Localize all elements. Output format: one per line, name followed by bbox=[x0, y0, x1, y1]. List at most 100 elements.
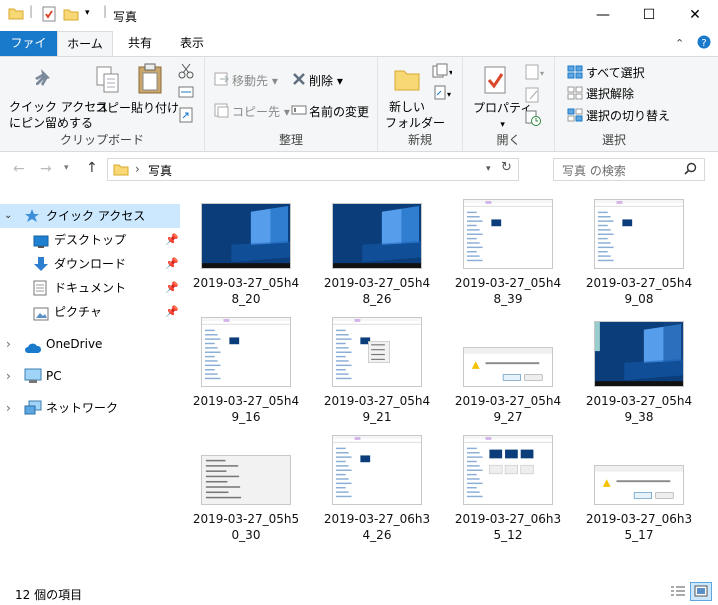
copy-path-icon[interactable] bbox=[178, 85, 194, 102]
history-icon[interactable] bbox=[525, 110, 541, 129]
copy-to-icon bbox=[214, 102, 230, 121]
collapse-ribbon-icon[interactable]: ⌃ bbox=[675, 37, 684, 50]
paste-button[interactable]: 貼り付け bbox=[131, 99, 179, 116]
invert-selection-icon bbox=[567, 108, 583, 125]
file-thumbnail bbox=[201, 203, 291, 269]
file-name: 2019-03-27_06h34_26 bbox=[323, 512, 431, 542]
invert-selection-button[interactable]: 選択の切り替え bbox=[586, 107, 670, 124]
file-item[interactable]: 2019-03-27_05h49_21 bbox=[321, 313, 433, 425]
forward-button[interactable]: → bbox=[40, 161, 52, 177]
select-none-button[interactable]: 選択解除 bbox=[586, 85, 634, 102]
file-item[interactable]: 2019-03-27_06h34_26 bbox=[321, 431, 433, 543]
open-icon[interactable]: ▾ bbox=[525, 64, 547, 83]
file-thumbnail bbox=[594, 465, 684, 505]
file-thumbnail bbox=[332, 203, 422, 269]
refresh-icon[interactable]: ↻ bbox=[501, 160, 512, 175]
search-input[interactable]: 写真 の検索 bbox=[562, 162, 626, 179]
address-dropdown-icon[interactable]: ▾ bbox=[486, 164, 491, 174]
file-item[interactable]: 2019-03-27_05h48_20 bbox=[190, 195, 302, 307]
tab-file[interactable]: ファイル bbox=[0, 31, 57, 74]
close-button[interactable]: ✕ bbox=[672, 0, 718, 31]
nav-documents[interactable]: ドキュメント 📌 bbox=[0, 276, 180, 300]
nav-downloads[interactable]: ダウンロード 📌 bbox=[0, 252, 180, 276]
file-name: 2019-03-27_05h50_30 bbox=[192, 512, 300, 542]
minimize-button[interactable]: — bbox=[580, 0, 626, 31]
help-icon[interactable]: ? bbox=[697, 35, 711, 52]
pin-icon[interactable]: 📌 bbox=[165, 252, 179, 276]
file-thumbnail bbox=[463, 347, 553, 387]
tab-share[interactable]: 共有 bbox=[118, 31, 162, 56]
properties-quick-icon[interactable] bbox=[41, 6, 57, 25]
search-box[interactable]: 写真 の検索 bbox=[553, 158, 705, 181]
organize-group-label: 整理 bbox=[278, 133, 303, 147]
cut-icon[interactable] bbox=[178, 63, 194, 82]
up-button[interactable]: ↑ bbox=[86, 160, 98, 176]
large-icons-view-icon[interactable] bbox=[690, 582, 712, 601]
file-item[interactable]: 2019-03-27_05h50_30 bbox=[190, 431, 302, 543]
file-thumbnail bbox=[463, 199, 553, 269]
svg-text:?: ? bbox=[701, 38, 706, 49]
tab-view[interactable]: 表示 bbox=[170, 31, 214, 56]
clipboard-group: クイック アクセス にピン留めする コピー 貼り付け クリップボード bbox=[0, 57, 205, 151]
pin-icon[interactable]: 📌 bbox=[165, 228, 179, 252]
rename-button[interactable]: 名前の変更 bbox=[309, 103, 369, 120]
chevron-right-icon[interactable]: › bbox=[6, 396, 11, 420]
file-item[interactable]: 2019-03-27_05h49_16 bbox=[190, 313, 302, 425]
address-bar[interactable]: › 写真 ▾ ↻ bbox=[107, 158, 519, 181]
file-item[interactable]: 2019-03-27_05h48_39 bbox=[452, 195, 564, 307]
file-item[interactable]: 2019-03-27_06h35_12 bbox=[452, 431, 564, 543]
easy-access-icon[interactable]: ▾ bbox=[432, 85, 452, 104]
file-item[interactable]: 2019-03-27_05h49_27 bbox=[452, 313, 564, 425]
ribbon: クイック アクセス にピン留めする コピー 貼り付け クリップボード 移動先 ▾ bbox=[0, 56, 718, 152]
new-item-icon[interactable]: ▾ bbox=[432, 63, 453, 82]
back-button[interactable]: ← bbox=[13, 161, 25, 177]
nav-desktop[interactable]: デスクトップ 📌 bbox=[0, 228, 180, 252]
paste-shortcut-icon[interactable] bbox=[178, 107, 194, 126]
properties-button[interactable]: プロパティ ▾ bbox=[473, 99, 532, 130]
new-folder-button[interactable]: 新しい フォルダー bbox=[385, 99, 445, 131]
file-item[interactable]: 2019-03-27_06h35_17 bbox=[583, 431, 695, 543]
status-bar: 12 個の項目 bbox=[0, 580, 718, 605]
details-view-icon[interactable] bbox=[670, 585, 686, 602]
folder-icon bbox=[113, 162, 129, 179]
open-group-label: 開く bbox=[496, 133, 521, 147]
copy-button[interactable]: コピー bbox=[95, 99, 131, 116]
chevron-down-icon[interactable]: ⌄ bbox=[4, 204, 12, 228]
new-folder-quick-icon[interactable] bbox=[63, 6, 79, 25]
organize-group: 移動先 ▾ コピー先 ▾ 削除 ▾ 名前の変更 整理 bbox=[205, 57, 378, 151]
file-item[interactable]: 2019-03-27_05h49_38 bbox=[583, 313, 695, 425]
recent-locations-button[interactable]: ▾ bbox=[64, 163, 69, 173]
file-name: 2019-03-27_05h48_26 bbox=[323, 276, 431, 306]
pin-icon bbox=[33, 67, 57, 98]
maximize-button[interactable]: ☐ bbox=[626, 0, 672, 31]
pin-icon[interactable]: 📌 bbox=[165, 300, 179, 324]
chevron-right-icon[interactable]: › bbox=[6, 332, 11, 356]
file-item[interactable]: 2019-03-27_05h49_08 bbox=[583, 195, 695, 307]
tab-home[interactable]: ホーム bbox=[57, 31, 113, 57]
file-name: 2019-03-27_05h49_27 bbox=[454, 394, 562, 424]
pin-icon[interactable]: 📌 bbox=[165, 276, 179, 300]
edit-icon[interactable] bbox=[525, 87, 541, 106]
customize-toolbar-icon[interactable]: ▾ bbox=[85, 8, 90, 18]
new-group-label: 新規 bbox=[407, 133, 432, 147]
nav-pictures[interactable]: ピクチャ 📌 bbox=[0, 300, 180, 324]
file-item[interactable]: 2019-03-27_05h48_26 bbox=[321, 195, 433, 307]
cloud-icon bbox=[24, 338, 42, 362]
select-all-button[interactable]: すべて選択 bbox=[586, 64, 645, 81]
breadcrumb-current[interactable]: 写真 bbox=[148, 162, 172, 179]
copy-icon bbox=[95, 65, 121, 98]
nav-quick-access[interactable]: ⌄ クイック アクセス bbox=[0, 204, 180, 228]
copy-to-button[interactable]: コピー先 ▾ bbox=[232, 103, 290, 120]
file-name: 2019-03-27_05h49_08 bbox=[585, 276, 693, 306]
properties-icon bbox=[483, 65, 507, 98]
nav-onedrive[interactable]: › OneDrive bbox=[0, 332, 180, 356]
pin-to-quick-access-button[interactable]: クイック アクセス にピン留めする bbox=[9, 99, 108, 131]
move-to-button[interactable]: 移動先 ▾ bbox=[232, 72, 278, 89]
nav-pc[interactable]: › PC bbox=[0, 364, 180, 388]
pictures-icon bbox=[33, 305, 49, 329]
chevron-right-icon[interactable]: › bbox=[6, 364, 11, 388]
select-group: すべて選択 選択解除 選択の切り替え 選択 bbox=[555, 57, 673, 151]
nav-network[interactable]: › ネットワーク bbox=[0, 396, 180, 420]
delete-button[interactable]: 削除 ▾ bbox=[309, 72, 343, 89]
search-icon bbox=[684, 162, 697, 178]
